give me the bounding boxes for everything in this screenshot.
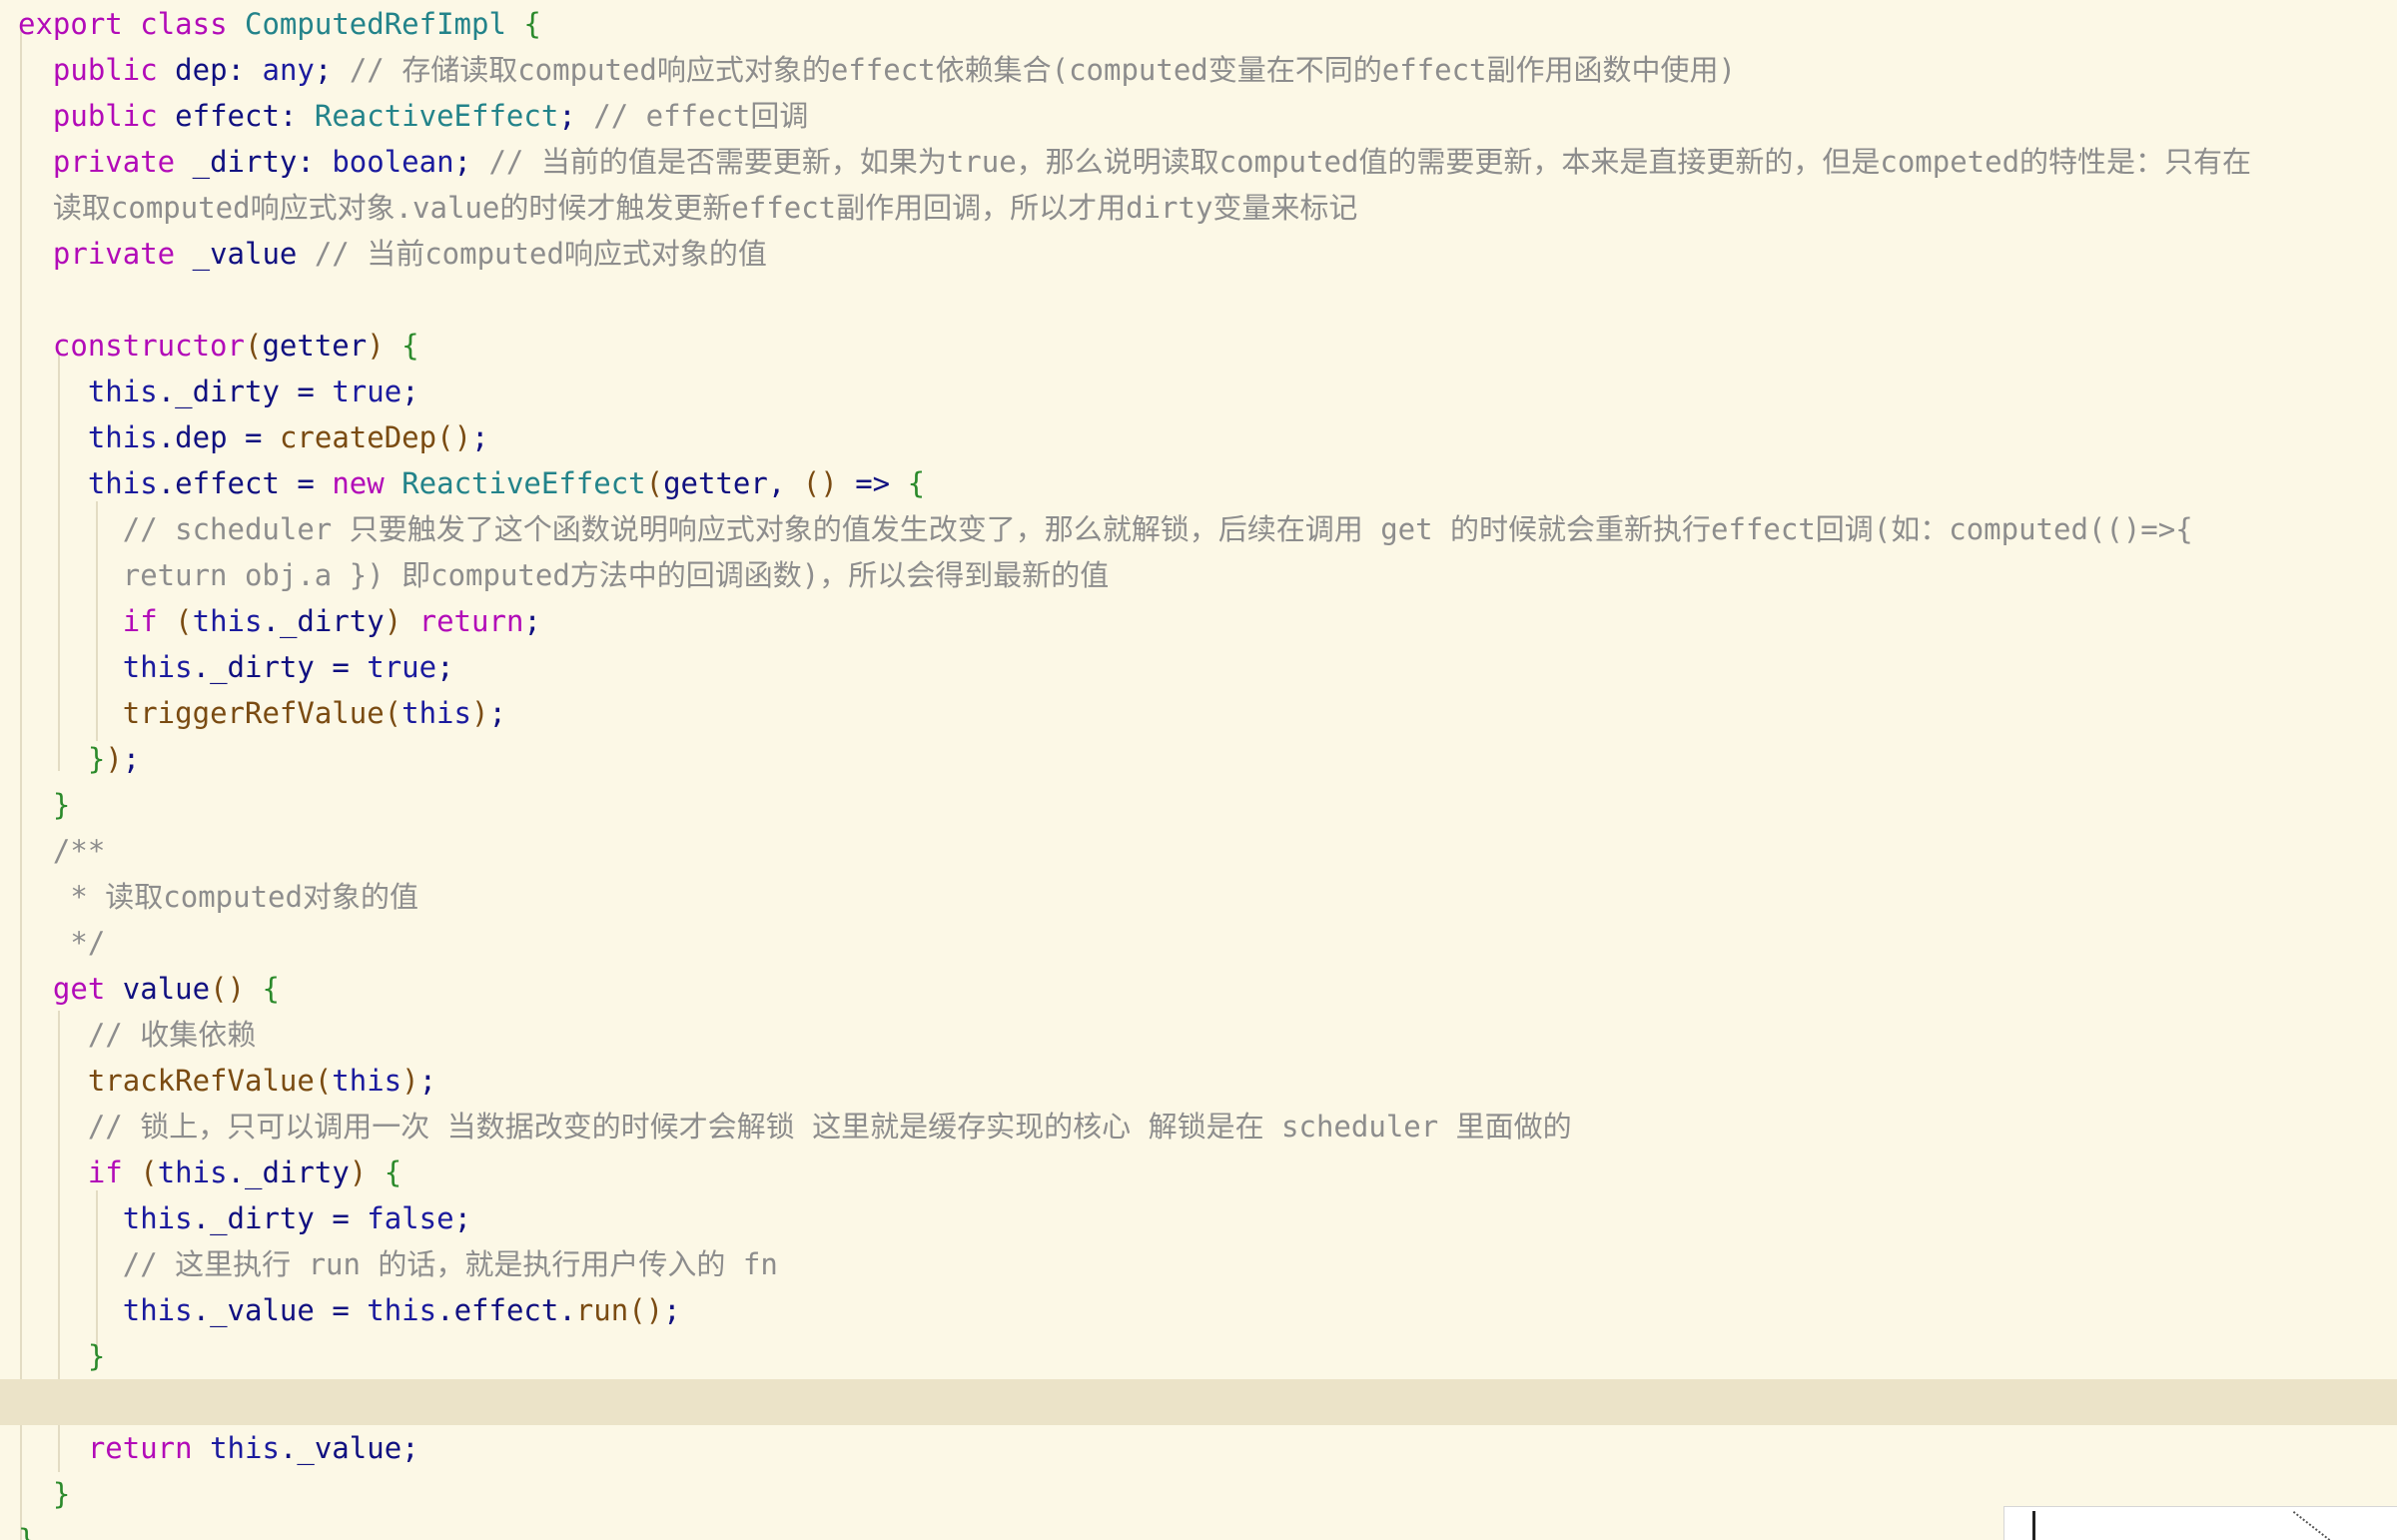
code-line[interactable]: [0, 277, 2397, 323]
code-line[interactable]: this.effect = new ReactiveEffect(getter,…: [0, 460, 2397, 506]
code-line[interactable]: this._dirty = false;: [0, 1195, 2397, 1241]
code-line[interactable]: });: [0, 736, 2397, 782]
code-editor[interactable]: export class ComputedRefImpl { public de…: [0, 0, 2397, 1540]
code-line[interactable]: 读取computed响应式对象.value的时候才触发更新effect副作用回调…: [0, 185, 2397, 231]
code-line[interactable]: triggerRefValue(this);: [0, 690, 2397, 736]
code-text: return obj.a }) 即computed方法中的回调函数)，所以会得到…: [18, 558, 1110, 592]
code-text: public effect: ReactiveEffect; // effect…: [52, 99, 809, 133]
code-text: return this._value;: [87, 1431, 419, 1465]
code-text: triggerRefValue(this);: [122, 696, 506, 730]
code-line[interactable]: private _dirty: boolean; // 当前的值是否需要更新，如…: [0, 139, 2397, 185]
code-text: // scheduler 只要触发了这个函数说明响应式对象的值发生改变了，那么就…: [18, 512, 2193, 546]
code-text: }: [87, 1339, 106, 1373]
code-text: });: [87, 742, 141, 776]
code-line[interactable]: * 读取computed对象的值: [0, 874, 2397, 920]
code-text: if (this._dirty) return;: [122, 604, 541, 638]
code-line[interactable]: this.dep = createDep();: [0, 414, 2397, 460]
dotted-line: [2291, 1511, 2331, 1540]
code-text: private _dirty: boolean; // 当前的值是否需要更新，如…: [52, 145, 2252, 179]
code-text: * 读取computed对象的值: [18, 880, 418, 914]
code-line[interactable]: constructor(getter) {: [0, 323, 2397, 369]
code-text: this._dirty = true;: [87, 375, 419, 408]
code-line[interactable]: return obj.a }) 即computed方法中的回调函数)，所以会得到…: [0, 552, 2397, 598]
code-text: // 这里执行 run 的话，就是执行用户传入的 fn: [18, 1247, 778, 1281]
code-line[interactable]: /**: [0, 828, 2397, 874]
code-line[interactable]: public dep: any; // 存储读取computed响应式对象的ef…: [0, 47, 2397, 93]
code-line[interactable]: }: [0, 1333, 2397, 1379]
code-line[interactable]: return this._value;: [0, 1425, 2397, 1471]
code-text: // 锁上，只可以调用一次 当数据改变的时候才会解锁 这里就是缓存实现的核心 解…: [18, 1110, 1572, 1144]
code-text: /**: [18, 834, 106, 868]
code-text: private _value // 当前computed响应式对象的值: [52, 237, 767, 271]
code-text: public dep: any; // 存储读取computed响应式对象的ef…: [52, 53, 1736, 87]
code-text: }: [52, 1477, 71, 1511]
code-text: }: [52, 788, 71, 822]
code-line[interactable]: this._value = this.effect.run();: [0, 1287, 2397, 1333]
code-text: this._dirty = false;: [122, 1201, 472, 1235]
code-line[interactable]: this._dirty = true;: [0, 644, 2397, 690]
code-line[interactable]: // 这里执行 run 的话，就是执行用户传入的 fn: [0, 1241, 2397, 1287]
current-line[interactable]: [0, 1379, 2397, 1425]
code-text: }: [18, 1523, 36, 1540]
code-text: export class ComputedRefImpl {: [18, 7, 541, 41]
code-text: this._dirty = true;: [122, 650, 454, 684]
code-text: get value() {: [52, 972, 280, 1006]
code-text: */: [18, 926, 106, 960]
code-line[interactable]: // 锁上，只可以调用一次 当数据改变的时候才会解锁 这里就是缓存实现的核心 解…: [0, 1104, 2397, 1150]
code-text: // 收集依赖: [18, 1018, 257, 1052]
floating-panel[interactable]: [2003, 1506, 2397, 1540]
code-text: this.effect = new ReactiveEffect(getter,…: [87, 466, 926, 500]
code-text: this.dep = createDep();: [87, 420, 489, 454]
code-text: if (this._dirty) {: [87, 1155, 402, 1189]
code-text: trackRefValue(this);: [87, 1064, 437, 1098]
code-text: this._value = this.effect.run();: [122, 1293, 681, 1327]
code-line[interactable]: */: [0, 920, 2397, 966]
code-line[interactable]: // scheduler 只要触发了这个函数说明响应式对象的值发生改变了，那么就…: [0, 506, 2397, 552]
code-line[interactable]: }: [0, 782, 2397, 828]
code-line[interactable]: if (this._dirty) return;: [0, 598, 2397, 644]
text-cursor: [2032, 1511, 2035, 1540]
code-line[interactable]: trackRefValue(this);: [0, 1058, 2397, 1104]
code-line[interactable]: public effect: ReactiveEffect; // effect…: [0, 93, 2397, 139]
code-line[interactable]: get value() {: [0, 966, 2397, 1012]
code-text: 读取computed响应式对象.value的时候才触发更新effect副作用回调…: [18, 191, 1358, 225]
code-line[interactable]: // 收集依赖: [0, 1012, 2397, 1058]
code-line[interactable]: export class ComputedRefImpl {: [0, 1, 2397, 47]
code-line[interactable]: private _value // 当前computed响应式对象的值: [0, 231, 2397, 277]
code-line[interactable]: if (this._dirty) {: [0, 1150, 2397, 1195]
code-line[interactable]: this._dirty = true;: [0, 369, 2397, 414]
code-text: constructor(getter) {: [52, 329, 419, 363]
